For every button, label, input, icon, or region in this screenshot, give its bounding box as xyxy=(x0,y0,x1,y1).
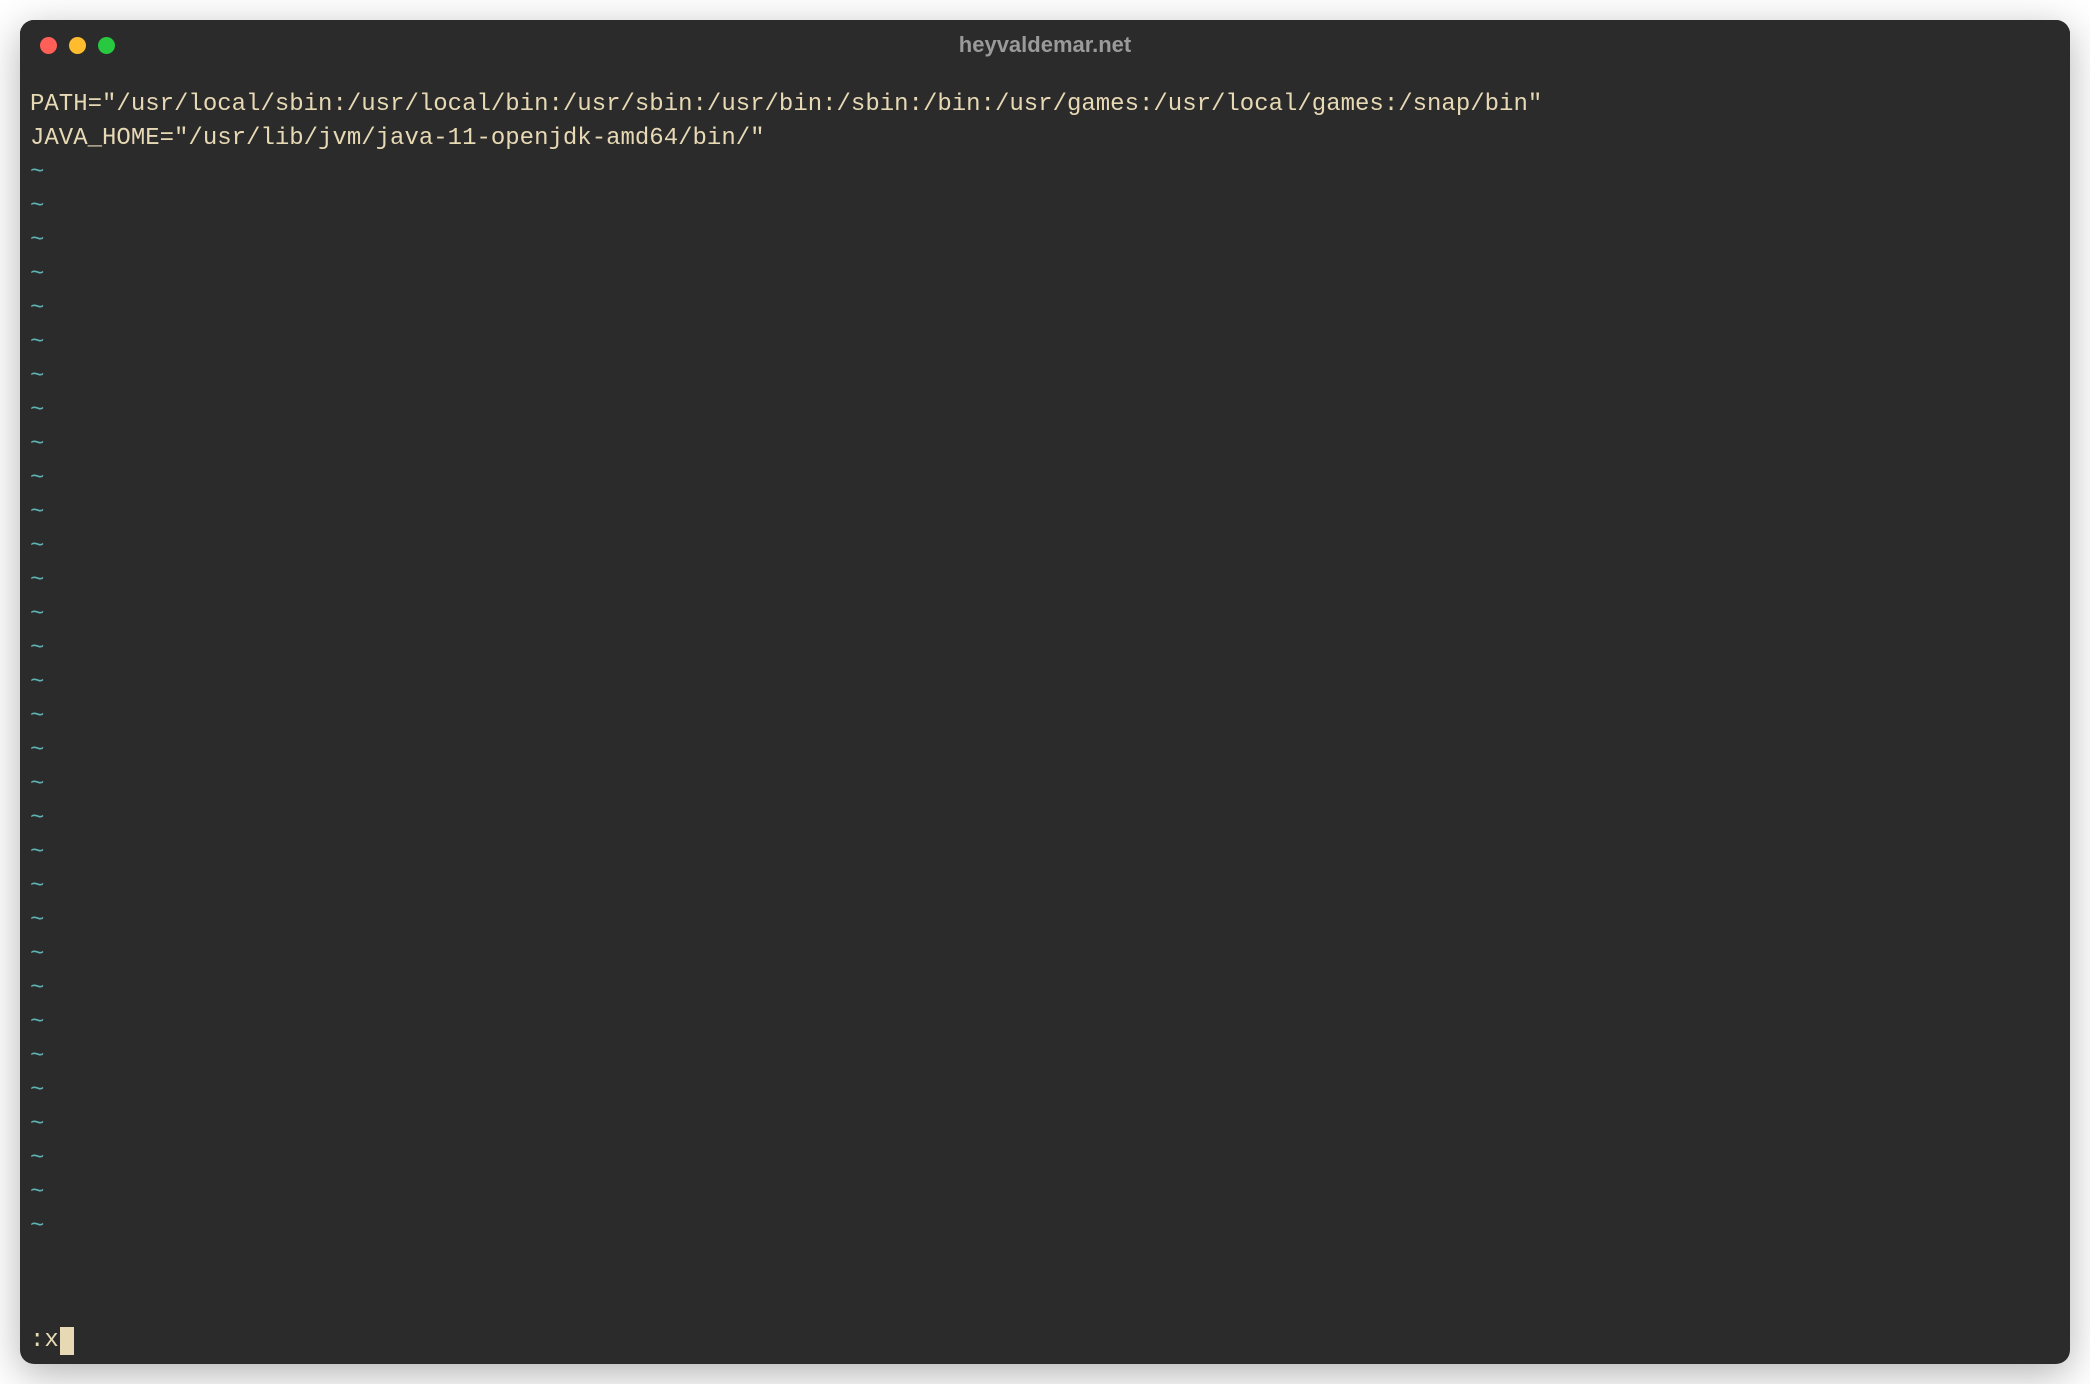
empty-line-tilde: ~ xyxy=(30,1006,2060,1040)
command-text: x xyxy=(44,1324,58,1358)
minimize-button[interactable] xyxy=(69,37,86,54)
empty-line-tilde: ~ xyxy=(30,734,2060,768)
empty-line-tilde: ~ xyxy=(30,700,2060,734)
empty-line-tilde: ~ xyxy=(30,224,2060,258)
empty-line-tilde: ~ xyxy=(30,428,2060,462)
empty-line-tilde: ~ xyxy=(30,1142,2060,1176)
editor-line: JAVA_HOME="/usr/lib/jvm/java-11-openjdk-… xyxy=(30,122,2060,156)
maximize-button[interactable] xyxy=(98,37,115,54)
empty-line-tilde: ~ xyxy=(30,1210,2060,1244)
window-title: heyvaldemar.net xyxy=(959,32,1131,58)
close-button[interactable] xyxy=(40,37,57,54)
empty-line-tilde: ~ xyxy=(30,326,2060,360)
title-bar: heyvaldemar.net xyxy=(20,20,2070,70)
editor-content: PATH="/usr/local/sbin:/usr/local/bin:/us… xyxy=(30,88,2060,156)
empty-line-tilde: ~ xyxy=(30,870,2060,904)
empty-line-tilde: ~ xyxy=(30,496,2060,530)
terminal-body[interactable]: PATH="/usr/local/sbin:/usr/local/bin:/us… xyxy=(20,70,2070,1364)
empty-line-tilde: ~ xyxy=(30,292,2060,326)
empty-line-tilde: ~ xyxy=(30,462,2060,496)
vim-command-line[interactable]: :x xyxy=(30,1324,2060,1358)
empty-line-tilde: ~ xyxy=(30,1040,2060,1074)
empty-line-tilde: ~ xyxy=(30,190,2060,224)
empty-line-tilde: ~ xyxy=(30,1176,2060,1210)
empty-line-tilde: ~ xyxy=(30,1108,2060,1142)
traffic-lights xyxy=(40,37,115,54)
editor-line: PATH="/usr/local/sbin:/usr/local/bin:/us… xyxy=(30,88,2060,122)
empty-line-tilde: ~ xyxy=(30,972,2060,1006)
empty-line-tilde: ~ xyxy=(30,904,2060,938)
empty-line-tilde: ~ xyxy=(30,598,2060,632)
empty-line-tilde: ~ xyxy=(30,258,2060,292)
empty-line-tilde: ~ xyxy=(30,1074,2060,1108)
terminal-window: heyvaldemar.net PATH="/usr/local/sbin:/u… xyxy=(20,20,2070,1364)
empty-line-tilde: ~ xyxy=(30,802,2060,836)
empty-line-tilde: ~ xyxy=(30,564,2060,598)
empty-line-tilde: ~ xyxy=(30,768,2060,802)
empty-line-tilde: ~ xyxy=(30,394,2060,428)
cursor xyxy=(60,1327,74,1355)
empty-line-tilde: ~ xyxy=(30,530,2060,564)
empty-line-tilde: ~ xyxy=(30,836,2060,870)
empty-line-tilde: ~ xyxy=(30,632,2060,666)
empty-line-tilde: ~ xyxy=(30,938,2060,972)
empty-line-tilde: ~ xyxy=(30,360,2060,394)
command-prefix: : xyxy=(30,1324,44,1358)
empty-line-tilde: ~ xyxy=(30,156,2060,190)
empty-line-tilde: ~ xyxy=(30,666,2060,700)
editor-empty-lines: ~~~~~~~~~~~~~~~~~~~~~~~~~~~~~~~~ xyxy=(30,156,2060,1324)
